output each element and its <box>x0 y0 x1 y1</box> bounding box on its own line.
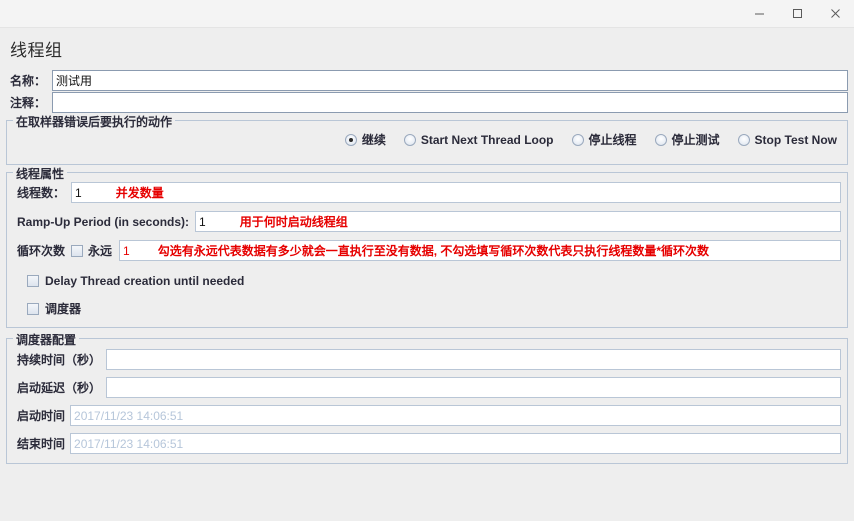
name-row: 名称： 测试用 <box>6 70 848 91</box>
duration-label: 持续时间（秒） <box>17 353 102 367</box>
radio-stop-test[interactable]: 停止测试 <box>654 131 720 148</box>
thread-count-input[interactable]: 1 并发数量 <box>71 182 841 203</box>
name-input[interactable]: 测试用 <box>52 70 848 91</box>
close-icon <box>830 9 840 18</box>
radio-stop-test-now[interactable]: Stop Test Now <box>737 132 837 147</box>
name-label: 名称： <box>10 74 47 88</box>
loop-count-value: 1 <box>123 243 130 258</box>
minimize-icon <box>754 13 764 15</box>
duration-row: 持续时间（秒） <box>13 349 841 370</box>
thread-group-panel: 线程组 名称： 测试用 注释： 在取样器错误后要执行的动作 继续 Start N… <box>0 28 854 521</box>
thread-count-row: 线程数： 1 并发数量 <box>13 182 841 203</box>
thread-count-annotation: 并发数量 <box>115 186 164 200</box>
comment-input[interactable] <box>52 92 848 113</box>
thread-properties-legend: 线程属性 <box>13 165 68 182</box>
ramp-up-label: Ramp-Up Period (in seconds): <box>17 214 190 229</box>
startup-delay-label: 启动延迟（秒） <box>17 381 102 395</box>
end-time-value: 2017/11/23 14:06:51 <box>74 436 184 451</box>
window-titlebar <box>0 0 854 28</box>
scheduler-config-legend: 调度器配置 <box>13 331 80 348</box>
scheduler-toggle-label: 调度器 <box>45 302 82 316</box>
name-input-value: 测试用 <box>56 74 93 88</box>
checkbox-icon <box>27 275 39 287</box>
radio-start-next-thread-loop[interactable]: Start Next Thread Loop <box>403 132 554 147</box>
radio-continue-label: 继续 <box>361 133 386 147</box>
loop-count-label: 循环次数 <box>17 244 66 258</box>
ramp-up-value: 1 <box>199 214 206 229</box>
comment-row: 注释： <box>6 92 848 113</box>
radio-start-next-thread-loop-label: Start Next Thread Loop <box>420 132 554 147</box>
radio-stop-test-label: 停止测试 <box>671 133 720 147</box>
ramp-up-input[interactable]: 1 用于何时启动线程组 <box>195 211 841 232</box>
radio-stop-test-now-label: Stop Test Now <box>754 132 837 147</box>
radio-stop-thread[interactable]: 停止线程 <box>571 131 637 148</box>
on-sampler-error-legend: 在取样器错误后要执行的动作 <box>13 113 176 130</box>
thread-properties-group: 线程属性 线程数： 1 并发数量 Ramp-Up Period (in seco… <box>6 165 848 328</box>
radio-mark-icon <box>571 133 584 146</box>
scheduler-config-group: 调度器配置 持续时间（秒） 启动延迟（秒） 启动时间 2017/11/23 14… <box>6 331 848 464</box>
scheduler-toggle-checkbox[interactable]: 调度器 <box>13 290 841 321</box>
start-time-value: 2017/11/23 14:06:51 <box>74 408 184 423</box>
page-title: 线程组 <box>10 41 63 60</box>
comment-label: 注释： <box>10 96 47 110</box>
close-button[interactable] <box>816 0 854 28</box>
minimize-button[interactable] <box>740 0 778 28</box>
loop-forever-label: 永远 <box>88 244 113 258</box>
delay-thread-creation-label: Delay Thread creation until needed <box>45 274 245 288</box>
maximize-icon <box>792 9 802 18</box>
thread-count-value: 1 <box>75 185 82 200</box>
end-time-row: 结束时间 2017/11/23 14:06:51 <box>13 433 841 454</box>
radio-stop-thread-label: 停止线程 <box>588 133 637 147</box>
on-sampler-error-group: 在取样器错误后要执行的动作 继续 Start Next Thread Loop … <box>6 113 848 165</box>
radio-mark-icon <box>403 133 416 146</box>
end-time-input[interactable]: 2017/11/23 14:06:51 <box>70 433 841 454</box>
startup-delay-row: 启动延迟（秒） <box>13 377 841 398</box>
loop-count-input[interactable]: 1 勾选有永远代表数据有多少就会一直执行至没有数据, 不勾选填写循环次数代表只执… <box>119 240 841 261</box>
start-time-input[interactable]: 2017/11/23 14:06:51 <box>70 405 841 426</box>
thread-count-label: 线程数： <box>17 186 66 200</box>
start-time-row: 启动时间 2017/11/23 14:06:51 <box>13 405 841 426</box>
end-time-label: 结束时间 <box>17 437 66 451</box>
radio-mark-icon <box>344 133 357 146</box>
loop-forever-checkbox[interactable]: 永远 <box>71 240 119 261</box>
checkbox-icon <box>27 302 39 315</box>
delay-thread-creation-checkbox[interactable]: Delay Thread creation until needed <box>13 262 841 290</box>
loop-count-row: 循环次数 永远 1 勾选有永远代表数据有多少就会一直执行至没有数据, 不勾选填写… <box>13 240 841 261</box>
start-time-label: 启动时间 <box>17 409 66 423</box>
ramp-up-annotation: 用于何时启动线程组 <box>239 215 348 229</box>
ramp-up-row: Ramp-Up Period (in seconds): 1 用于何时启动线程组 <box>13 211 841 232</box>
radio-continue[interactable]: 继续 <box>344 131 386 148</box>
loop-count-annotation: 勾选有永远代表数据有多少就会一直执行至没有数据, 不勾选填写循环次数代表只执行线… <box>157 244 710 258</box>
radio-mark-icon <box>654 133 667 146</box>
maximize-button[interactable] <box>778 0 816 28</box>
duration-input[interactable] <box>106 349 841 370</box>
radio-mark-icon <box>737 133 750 146</box>
checkbox-icon <box>71 244 84 257</box>
startup-delay-input[interactable] <box>106 377 841 398</box>
